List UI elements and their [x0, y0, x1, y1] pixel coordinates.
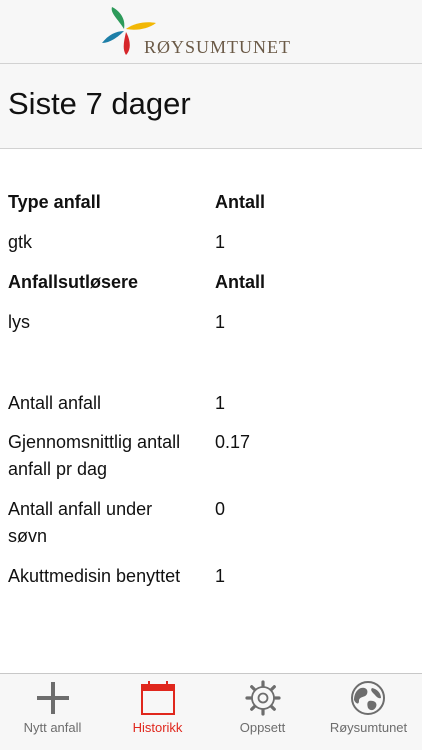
summary-value-medicine: 1	[215, 566, 226, 586]
page-title: Siste 7 dager	[8, 86, 191, 121]
trigger-count: 1	[215, 312, 226, 332]
triggers-count-header: Antall	[215, 272, 266, 292]
type-count-header: Antall	[215, 192, 266, 212]
summary-value-average: 0.17	[215, 432, 251, 452]
type-name: gtk	[8, 232, 33, 252]
tab-label: Røysumtunet	[329, 720, 408, 735]
trigger-name: lys	[8, 312, 30, 332]
app-header: RØYSUMTUNET	[0, 0, 422, 64]
tab-label: Historikk	[132, 720, 183, 735]
tab-label: Oppsett	[239, 720, 286, 735]
tab-historikk[interactable]: Historikk	[105, 674, 210, 751]
tab-oppsett[interactable]: Oppsett	[210, 674, 315, 751]
calendar-icon	[141, 681, 175, 715]
tab-roysumtunet[interactable]: Røysumtunet	[315, 674, 422, 751]
summary-value-sleep: 0	[215, 499, 226, 519]
summary-label-total: Antall anfall	[8, 393, 102, 413]
summary-value-total: 1	[215, 393, 226, 413]
tab-bar: Nytt anfall Historikk Oppsett Røysumtune…	[0, 673, 422, 750]
roysumtunet-logo: RØYSUMTUNET	[100, 5, 300, 57]
globe-icon	[351, 681, 385, 715]
gear-icon	[245, 680, 281, 716]
tab-label: Nytt anfall	[23, 720, 82, 735]
summary-label-sleep: Antall anfall under søvn	[8, 499, 153, 546]
tab-nytt-anfall[interactable]: Nytt anfall	[0, 674, 105, 751]
plus-icon	[37, 682, 69, 714]
summary-label-average: Gjennomsnittlig antall anfall pr dag	[8, 432, 181, 479]
logo-text: RØYSUMTUNET	[144, 37, 292, 57]
type-header: Type anfall	[8, 192, 101, 212]
triggers-header: Anfallsutløsere	[8, 272, 139, 292]
type-count: 1	[215, 232, 226, 252]
summary-label-medicine: Akuttmedisin benyttet	[8, 566, 181, 586]
